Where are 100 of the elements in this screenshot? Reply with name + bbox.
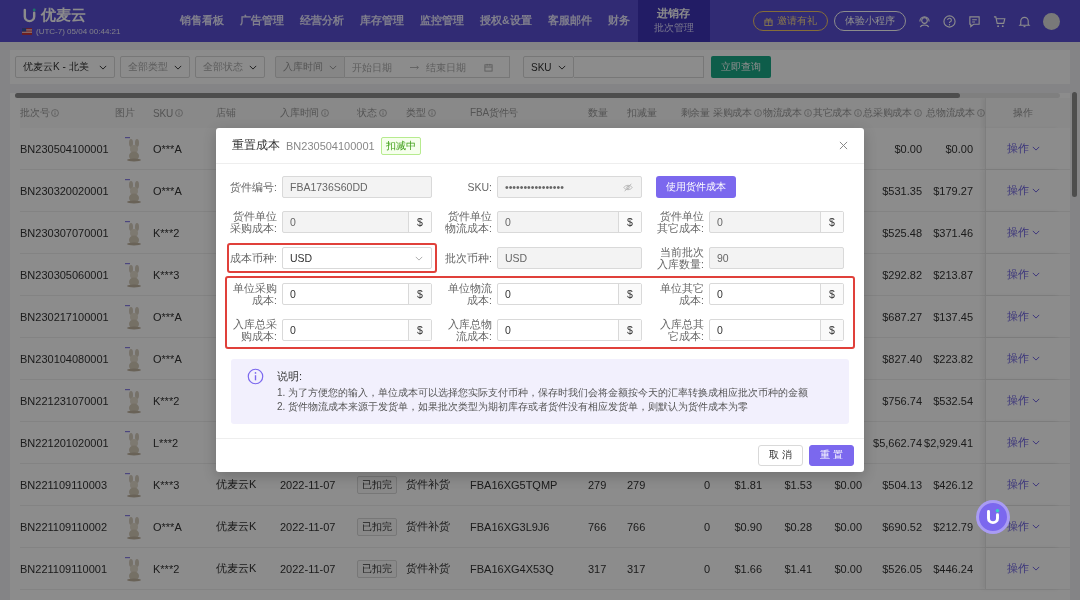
table-cell: $1.66 (734, 562, 762, 575)
horizontal-scrollbar[interactable] (15, 93, 1060, 98)
caret-icon (1031, 398, 1040, 403)
nav-tab[interactable]: 经营分析 (292, 0, 352, 42)
vertical-scrollbar[interactable] (1072, 92, 1077, 197)
caret-icon (1031, 524, 1040, 529)
table-cell: $292.82 (882, 268, 922, 281)
cost-field[interactable]: 0 $ (709, 283, 844, 306)
field-label: 入库总采购成本: (232, 318, 277, 343)
table-cell: BN221109110002 (20, 520, 108, 533)
table-cell: $531.35 (882, 184, 922, 197)
caret-icon (415, 255, 423, 261)
nav-tab[interactable]: 监控管理 (412, 0, 472, 42)
field-label: 入库总物流成本: (447, 318, 492, 343)
table-cell: 317 (627, 562, 646, 575)
caret-icon (1031, 146, 1040, 151)
action-link[interactable]: 操作 (1006, 477, 1040, 492)
cancel-button[interactable]: 取 消 (758, 444, 804, 466)
action-link[interactable]: 操作 (1006, 561, 1040, 576)
nav-tab[interactable]: 财务 (599, 0, 638, 42)
close-icon[interactable] (839, 141, 848, 150)
table-cell: $426.12 (933, 478, 973, 491)
table-cell: 优麦云K (216, 561, 257, 576)
currency-select[interactable]: USD (282, 247, 432, 270)
table-cell: $532.54 (933, 394, 973, 407)
table-cell: $0.00 (834, 478, 862, 491)
message-icon[interactable] (968, 14, 981, 28)
table-cell: 766 (588, 520, 607, 533)
bell-icon[interactable] (1018, 14, 1031, 28)
cost-field[interactable]: 0 $ (282, 319, 432, 342)
support-icon[interactable] (918, 14, 931, 28)
action-link[interactable]: 操作 (1006, 141, 1040, 156)
table-cell: FBA16XG3L9J6 (470, 520, 550, 533)
search-button[interactable]: 立即查询 (710, 56, 771, 78)
table-cell: 766 (627, 520, 646, 533)
caret-icon (1031, 356, 1040, 361)
action-link[interactable]: 操作 (1006, 519, 1040, 534)
table-cell: 0 (703, 562, 710, 575)
table-cell: $137.45 (933, 310, 973, 323)
action-link[interactable]: 操作 (1006, 267, 1040, 282)
cart-icon[interactable] (993, 14, 1006, 28)
cost-field[interactable]: 0 $ (709, 319, 844, 342)
table-cell: O***A (153, 142, 182, 155)
cost-field[interactable]: 0 $ (282, 283, 432, 306)
action-link[interactable]: 操作 (1006, 225, 1040, 240)
avatar[interactable] (1043, 12, 1060, 30)
table-cell: $526.05 (882, 562, 922, 575)
table-cell: $690.52 (882, 520, 922, 533)
table-cell: $2,929.41 (924, 436, 973, 449)
table-cell: $1.41 (784, 562, 812, 575)
nav-tab[interactable]: 库存管理 (352, 0, 412, 42)
field-label: 货件单位采购成本: (229, 210, 277, 235)
reset-button[interactable]: 重 置 (809, 444, 854, 466)
field-label: 入库总其它成本: (659, 318, 704, 343)
table-cell: BN221231070001 (20, 394, 109, 407)
table-cell: $371.46 (933, 226, 973, 239)
brand-name: 优麦云 (41, 6, 86, 25)
table-cell: FBA16XG4X53Q (470, 562, 554, 575)
caret-icon (174, 64, 182, 70)
sku-type-select[interactable]: SKU (523, 56, 574, 78)
use-shipment-cost-button[interactable]: 使用货件成本 (656, 176, 736, 198)
action-link[interactable]: 操作 (1006, 309, 1040, 324)
table-cell: $827.40 (882, 352, 922, 365)
field-label: 货件单位其它成本: (656, 210, 704, 235)
nav-tab[interactable]: 销售看板 (172, 0, 232, 42)
table-cell: 2022-11-07 (280, 478, 336, 491)
action-link[interactable]: 操作 (1006, 351, 1040, 366)
gift-icon (764, 16, 773, 26)
nav-tab[interactable]: 进销存 批次管理 (637, 0, 710, 42)
table-cell: 优麦云K (216, 519, 257, 534)
help-icon[interactable] (943, 14, 956, 28)
table-cell: O***A (153, 352, 182, 365)
nav-tab[interactable]: 客服邮件 (539, 0, 600, 42)
status-tag: 已扣完 (357, 559, 397, 578)
table-cell: $504.13 (882, 478, 922, 491)
field-label: 批次币种: (444, 252, 492, 265)
table-cell: O***A (153, 310, 182, 323)
table-cell: $0.00 (894, 142, 922, 155)
table-cell: $223.82 (933, 352, 973, 365)
caret-icon (99, 64, 107, 70)
field-label: 当前批次入库数量: (656, 246, 704, 271)
table-cell: $179.27 (933, 184, 973, 197)
table-cell: O***A (153, 184, 182, 197)
nav-tab[interactable]: 授权&设置 (472, 0, 540, 42)
caret-icon (1031, 272, 1040, 277)
cost-field[interactable]: 0 $ (497, 283, 642, 306)
cost-field[interactable]: 0 $ (497, 319, 642, 342)
table-cell: $756.74 (882, 394, 922, 407)
table-cell: 优麦云K (216, 477, 257, 492)
action-link[interactable]: 操作 (1006, 183, 1040, 198)
field-label: 成本币种: (229, 252, 277, 265)
nav-tab[interactable]: 广告管理 (232, 0, 292, 42)
caret-icon (1031, 230, 1040, 235)
table-cell: 279 (627, 478, 646, 491)
action-link[interactable]: 操作 (1006, 435, 1040, 450)
table-cell: BN221109110003 (20, 478, 108, 491)
action-link[interactable]: 操作 (1006, 393, 1040, 408)
store-select[interactable]: 优麦云K - 北美 (15, 56, 115, 78)
table-cell: $1.53 (784, 478, 812, 491)
status-tag: 已扣完 (357, 517, 397, 536)
